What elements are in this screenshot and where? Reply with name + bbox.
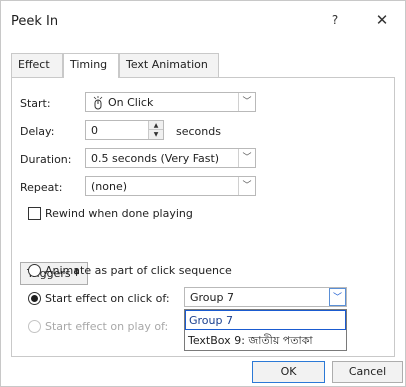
start-on-click-label[interactable]: Start effect on click of: (45, 292, 170, 305)
delay-input[interactable]: 0 ▲ ▼ (85, 120, 164, 140)
tab-timing[interactable]: Timing (63, 53, 119, 78)
delay-label: Delay: (20, 125, 55, 138)
tab-effect[interactable]: Effect (11, 53, 63, 77)
cancel-button[interactable]: Cancel (332, 361, 403, 383)
chevron-down-icon[interactable]: ﹀ (238, 149, 255, 167)
duration-dropdown[interactable]: 0.5 seconds (Very Fast) ﹀ (85, 148, 256, 168)
repeat-dropdown[interactable]: (none) ﹀ (85, 176, 256, 196)
rewind-label[interactable]: Rewind when done playing (45, 207, 193, 220)
option-textbox-9[interactable]: TextBox 9: জাতীয় পতাকা (185, 331, 346, 351)
spin-up-icon[interactable]: ▲ (149, 121, 163, 130)
mouse-click-icon (92, 96, 104, 111)
start-on-play-radio[interactable] (28, 320, 41, 333)
peek-in-dialog: Peek In ? ✕ Effect Timing Text Animation… (0, 0, 406, 387)
repeat-value: (none) (91, 180, 128, 193)
start-on-play-label[interactable]: Start effect on play of: (45, 320, 168, 333)
rewind-checkbox[interactable] (28, 207, 41, 220)
delay-value: 0 (91, 124, 98, 137)
start-value: On Click (108, 96, 154, 109)
animate-sequence-radio[interactable] (28, 264, 41, 277)
start-dropdown[interactable]: On Click ﹀ (85, 92, 256, 112)
ok-button[interactable]: OK (252, 361, 325, 383)
spin-down-icon[interactable]: ▼ (149, 130, 163, 139)
animate-sequence-label[interactable]: Animate as part of click sequence (45, 264, 232, 277)
chevron-down-icon[interactable]: ﹀ (238, 177, 255, 195)
trigger-options-list: Group 7 TextBox 9: জাতীয় পতাকা (184, 309, 347, 351)
chevron-down-icon[interactable]: ﹀ (238, 93, 255, 111)
click-trigger-dropdown[interactable]: Group 7 ﹀ (184, 287, 347, 307)
help-button[interactable]: ? (325, 13, 345, 31)
start-label: Start: (20, 97, 51, 110)
delay-unit-label: seconds (176, 125, 221, 138)
click-trigger-value: Group 7 (190, 291, 234, 304)
repeat-label: Repeat: (20, 181, 63, 194)
delay-spinner[interactable]: ▲ ▼ (148, 121, 163, 139)
option-group-7[interactable]: Group 7 (185, 310, 346, 330)
tab-text-animation[interactable]: Text Animation (119, 53, 219, 77)
title-bar: Peek In ? ✕ (1, 1, 405, 41)
start-on-click-radio[interactable] (28, 292, 41, 305)
duration-value: 0.5 seconds (Very Fast) (91, 152, 220, 165)
duration-label: Duration: (20, 153, 72, 166)
close-button[interactable]: ✕ (371, 11, 393, 31)
dialog-title: Peek In (11, 14, 59, 29)
chevron-down-icon[interactable]: ﹀ (329, 288, 346, 306)
